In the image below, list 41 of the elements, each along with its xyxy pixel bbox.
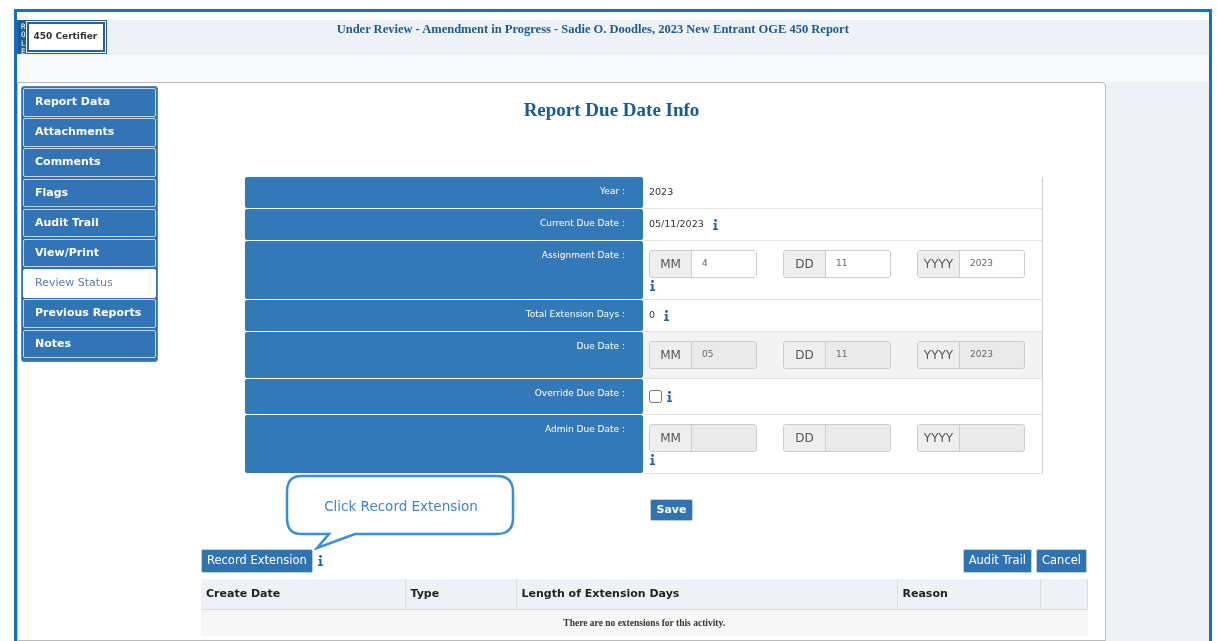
sidebar-item[interactable]: Previous Reports: [23, 299, 156, 328]
report-status-title: Under Review - Amendment in Progress - Sadie O. Doodles, 2023 New Entrant OGE 450 Report: [335, 21, 850, 38]
field-label: Admin Due Date :: [245, 414, 643, 473]
sidebar-item[interactable]: View/Print: [23, 238, 156, 268]
sidebar-item[interactable]: Report Data: [23, 88, 156, 117]
override-checkbox[interactable]: [649, 389, 662, 403]
field-label: Override Due Date :: [245, 378, 643, 414]
date-part-field[interactable]: DD 11: [783, 249, 891, 278]
empty-table-message: There are no extensions for this activity.: [201, 609, 1088, 637]
role-name: 450 Certifier: [26, 22, 105, 52]
action-button[interactable]: Cancel: [1036, 549, 1087, 573]
sidebar-item[interactable]: Attachments: [23, 118, 156, 147]
column-header: Type: [405, 578, 516, 610]
column-header: Create Date: [201, 578, 405, 610]
info-icon[interactable]: [666, 390, 673, 402]
field-value: 0: [649, 308, 656, 323]
action-button[interactable]: Audit Trail: [962, 549, 1033, 573]
sidebar-item[interactable]: Notes: [23, 329, 156, 358]
callout-bubble: Click Record Extension: [285, 474, 517, 550]
sidebar-item[interactable]: Review Status: [23, 269, 156, 298]
page-title: Report Due Date Info: [522, 99, 701, 122]
column-header: Length of Extension Days: [516, 578, 897, 610]
save-button[interactable]: Save: [649, 498, 694, 522]
field-value: 2023: [649, 185, 674, 200]
sidebar-item[interactable]: Audit Trail: [23, 208, 156, 238]
date-part-field[interactable]: MM 4: [649, 249, 757, 278]
field-label: Assignment Date :: [245, 240, 643, 299]
column-header: Reason: [897, 578, 1040, 610]
info-icon[interactable]: [316, 555, 324, 567]
field-label: Year :: [245, 176, 643, 208]
sidebar-item[interactable]: Comments: [23, 148, 156, 177]
info-icon[interactable]: [649, 279, 656, 291]
date-part-field[interactable]: YYYY 2023: [917, 249, 1025, 278]
sidebar-item[interactable]: Flags: [23, 178, 156, 208]
field-label: Due Date :: [245, 331, 643, 378]
field-label: Current Due Date :: [245, 208, 643, 240]
field-value: 05/11/2023: [649, 217, 704, 232]
field-label: Total Extension Days :: [245, 299, 643, 331]
info-icon[interactable]: [663, 309, 671, 321]
info-icon[interactable]: [711, 218, 719, 230]
record-extension-button[interactable]: Record Extension: [201, 549, 313, 573]
